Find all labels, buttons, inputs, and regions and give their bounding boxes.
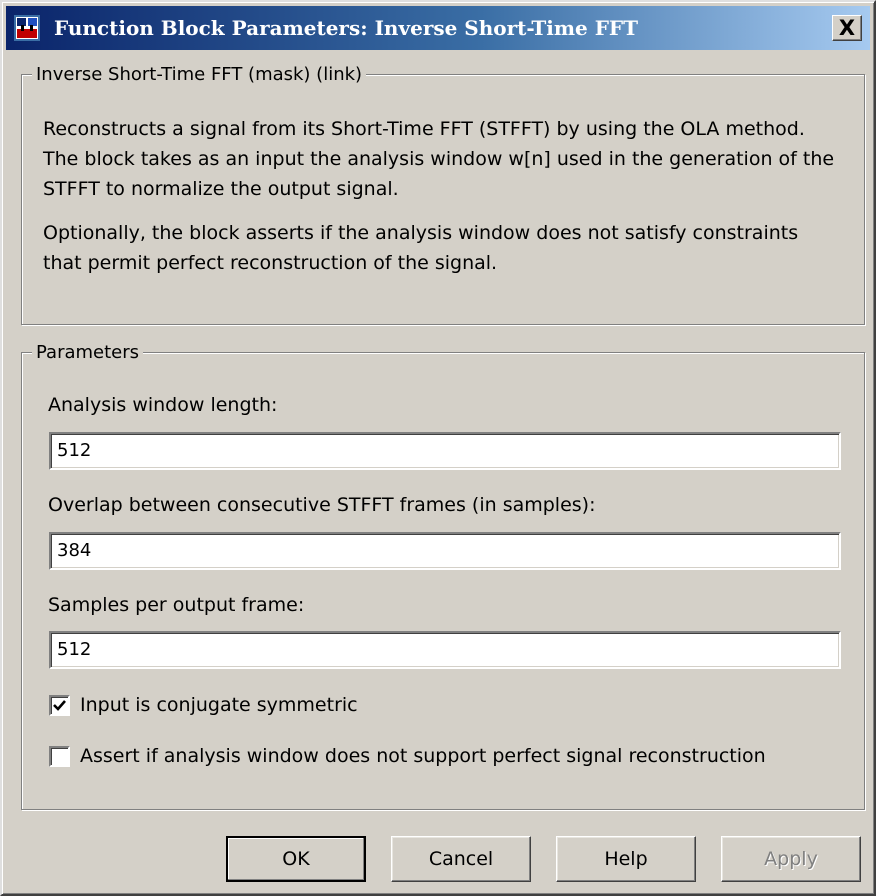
overlap-label: Overlap between consecutive STFFT frames… [48, 494, 596, 516]
description-line-1: Reconstructs a signal from its Short-Tim… [43, 118, 805, 140]
apply-button[interactable]: Apply [721, 836, 861, 882]
dialog-window: Function Block Parameters: Inverse Short… [0, 0, 876, 896]
title-bar[interactable]: Function Block Parameters: Inverse Short… [6, 6, 870, 50]
ok-button[interactable]: OK [226, 836, 366, 882]
assert-reconstruction-label: Assert if analysis window does not suppo… [80, 745, 766, 767]
samples-per-frame-input[interactable]: 512 [49, 631, 841, 669]
parameters-legend: Parameters [32, 342, 144, 363]
samples-per-frame-label: Samples per output frame: [48, 594, 305, 616]
description-line-3: STFFT to normalize the output signal. [43, 178, 399, 200]
analysis-window-length-input[interactable]: 512 [49, 432, 841, 470]
close-button[interactable]: X [832, 15, 862, 41]
window-title: Function Block Parameters: Inverse Short… [54, 16, 639, 40]
conjugate-symmetric-label: Input is conjugate symmetric [80, 694, 358, 716]
description-line-2: The block takes as an input the analysis… [43, 148, 835, 170]
overlap-input[interactable]: 384 [49, 532, 841, 570]
close-icon: X [838, 16, 856, 40]
cancel-button[interactable]: Cancel [391, 836, 531, 882]
help-button[interactable]: Help [556, 836, 696, 882]
analysis-window-length-label: Analysis window length: [48, 394, 278, 416]
assert-reconstruction-checkbox[interactable] [49, 746, 70, 767]
conjugate-symmetric-checkbox[interactable] [49, 695, 70, 716]
description-line-5: that permit perfect reconstruction of th… [43, 252, 498, 274]
description-legend: Inverse Short-Time FFT (mask) (link) [32, 64, 367, 85]
simulink-block-icon [14, 15, 40, 41]
checkmark-icon [53, 700, 66, 711]
description-line-4: Optionally, the block asserts if the ana… [43, 222, 799, 244]
